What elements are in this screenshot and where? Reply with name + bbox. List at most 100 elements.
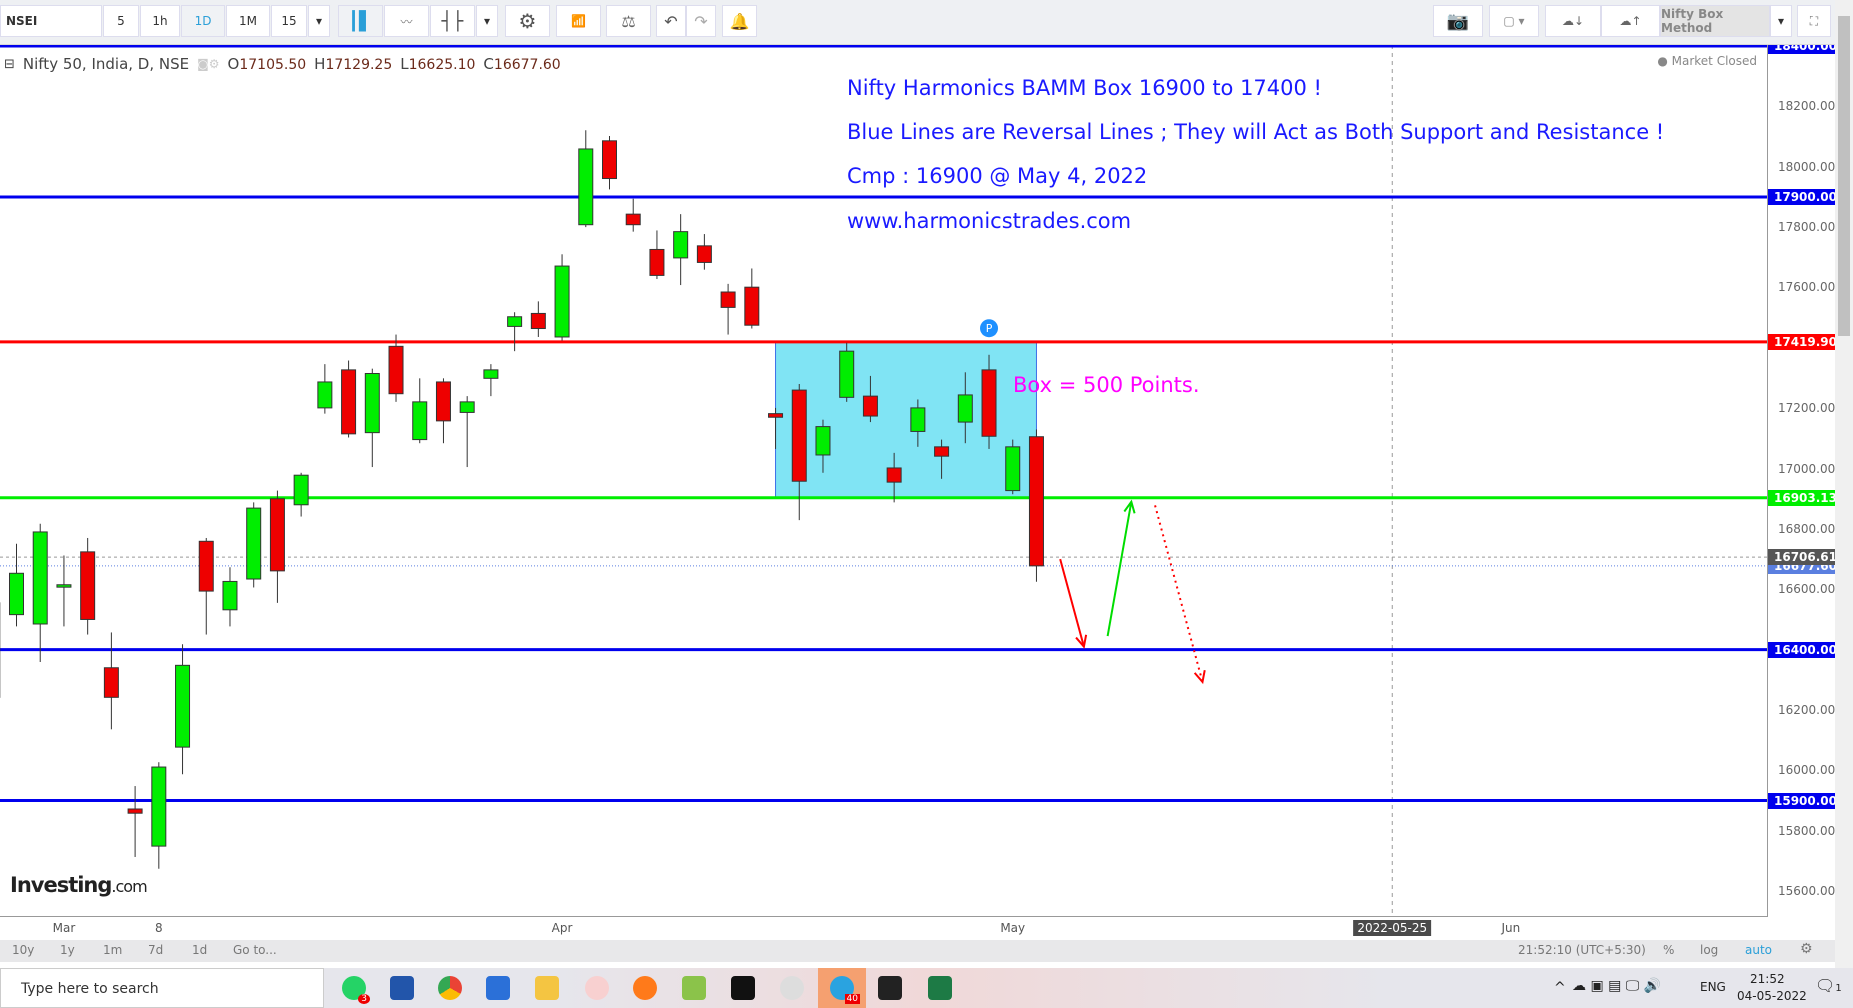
axis-settings-icon[interactable]: ⚙ [1800,941,1813,957]
candle-body-2022-02-28 [32,531,48,625]
candles-chart-icon[interactable]: ┃▌ [338,5,383,37]
interval-1d[interactable]: 1D [181,5,225,37]
file-explorer-icon[interactable] [535,976,559,1000]
language-indicator[interactable]: ENG [1700,980,1726,994]
time-axis[interactable]: Mar 8 Apr May Jun 2022-05-25 [0,916,1768,940]
price-tick: 16200.00 [1778,703,1835,717]
candle-body-2022-03-25 [435,381,451,422]
network-app-icon[interactable] [390,976,414,1000]
tray-chevron-icon[interactable]: ^ [1554,980,1566,996]
interval-1m[interactable]: 1M [226,5,270,37]
candle-body-2022-03-11 [222,580,238,611]
candle-body-2022-03-08 [151,766,167,847]
collapse-icon[interactable]: ⊟ [4,57,15,72]
cloud-save-icon[interactable]: ☁↑ [1601,5,1660,37]
undo-icon[interactable]: ↶ [656,5,686,37]
annotation-box-size[interactable]: Box = 500 Points. [1013,373,1200,397]
excel-icon[interactable] [928,976,952,1000]
high-value: 17129.25 [325,57,393,73]
range-7d[interactable]: 7d [148,943,163,957]
windows-taskbar: Type here to search 3 40 ^ ☁ ▣ ▤ 🖵 🔊 ENG… [0,968,1853,1008]
redo-icon[interactable]: ↷ [686,5,716,37]
candle-body-2022-04-04 [578,148,594,226]
interval-1h[interactable]: 1h [140,5,180,37]
range-1m[interactable]: 1m [103,943,122,957]
layout-name[interactable]: Nifty Box Method [1660,5,1770,37]
range-1d[interactable]: 1d [192,943,207,957]
sticky-app-icon[interactable] [878,976,902,1000]
series-settings-icon[interactable]: ◙⚙ [197,57,219,71]
line-price-tag: 15900.00 [1768,792,1835,809]
candle-body-2022-03-03 [80,551,96,620]
log-toggle[interactable]: log [1700,943,1718,957]
percent-toggle[interactable]: % [1663,943,1674,957]
range-1y[interactable]: 1y [60,943,75,957]
low-label: L [400,55,409,73]
scrollbar[interactable] [1835,0,1853,968]
interval-dropdown-icon[interactable]: ▾ [308,5,330,37]
candle-body-2022-04-06 [625,213,641,226]
camera-icon[interactable]: 📷 [1433,5,1483,37]
projection-arrow-0 [1059,558,1085,647]
annotation-title[interactable]: Nifty Harmonics BAMM Box 16900 to 17400 … [847,76,1322,100]
price-axis[interactable]: 18200.00 18000.00 17800.00 17600.00 17200.00… [1768,45,1835,916]
line-price-tag: 18400.00 [1768,45,1835,55]
price-tick: 18200.00 [1778,99,1835,114]
clock-date[interactable]: 04-05-2022 [1737,989,1807,1003]
candle-body-2022-04-28 [957,394,973,423]
notification-icon[interactable]: 🗨1 [1815,976,1842,995]
market-status: ● Market Closed [1657,54,1757,68]
chrome-icon[interactable] [438,976,462,1000]
price-tick: 17000.00 [1778,461,1835,476]
auto-toggle[interactable]: auto [1745,943,1772,957]
clock-app-icon[interactable] [780,976,804,1000]
chart-area[interactable]: P ⊟ Nifty 50, India, D, NSE ◙⚙ O17105.50… [0,45,1768,916]
clock-time[interactable]: 21:52 [1750,972,1785,986]
layout-dropdown-icon[interactable]: ▾ [1770,5,1792,37]
chart-type-dropdown-icon[interactable]: ▾ [476,5,498,37]
series-title[interactable]: Nifty 50, India, D, NSE [23,55,189,73]
taskbar-search[interactable]: Type here to search [0,968,324,1008]
tray-icons[interactable]: ☁ ▣ ▤ 🖵 🔊 [1572,978,1661,994]
alert-bell-icon[interactable]: 🔔 [722,5,757,37]
candle-body-2022-05-04 [1028,436,1044,567]
interval-5[interactable]: 5 [103,5,139,37]
firefox-icon[interactable] [633,976,657,1000]
scrollbar-thumb[interactable] [1838,16,1850,336]
crosshair-price-tag: 16706.61 [1768,549,1835,566]
clock-timezone[interactable]: 21:52:10 (UTC+5:30) [1518,943,1646,957]
indicators-icon[interactable]: 📶 [556,5,601,37]
cloud-load-icon[interactable]: ☁↓ [1545,5,1601,37]
annotation-reversal[interactable]: Blue Lines are Reversal Lines ; They wil… [847,120,1664,144]
terminal-icon[interactable] [731,976,755,1000]
go-to-date[interactable]: Go to... [233,943,277,957]
notepad-icon[interactable] [682,976,706,1000]
market-status-text: Market Closed [1671,54,1757,68]
time-tick: May [1000,921,1026,935]
close-value: 16677.60 [493,57,561,73]
line-chart-icon[interactable]: 〰 [384,5,429,37]
snipping-tool-icon[interactable] [585,976,609,1000]
annotation-website[interactable]: www.harmonicstrades.com [847,209,1131,233]
range-10y[interactable]: 10y [12,943,34,957]
powershell-icon[interactable] [486,976,510,1000]
interval-15[interactable]: 15 [271,5,307,37]
candle-body-2022-03-30 [507,316,523,327]
telegram-icon[interactable]: 40 [830,976,860,1004]
color-box-icon[interactable]: ▢ ▾ [1489,5,1539,37]
settings-gear-icon[interactable]: ⚙ [505,5,550,37]
price-tick: 16800.00 [1778,521,1835,536]
bars-chart-icon[interactable]: ┤├ [430,5,475,37]
whatsapp-icon[interactable]: 3 [342,976,370,1004]
telegram-active-tile[interactable]: 40 [818,968,866,1008]
annotation-cmp[interactable]: Cmp : 16900 @ May 4, 2022 [847,164,1147,188]
crosshair-date-tag: 2022-05-25 [1353,920,1432,936]
series-legend: ⊟ Nifty 50, India, D, NSE ◙⚙ O17105.50 H… [4,55,561,73]
pivot-marker-label: P [986,322,993,335]
candle-body-2022-03-14 [246,507,262,580]
fullscreen-icon[interactable]: ⛶ [1797,5,1831,37]
compare-scale-icon[interactable]: ⚖ [606,5,651,37]
symbol-input[interactable]: NSEI [0,5,102,37]
price-tick: 15600.00 [1778,884,1835,899]
telegram-badge: 40 [844,994,860,1004]
